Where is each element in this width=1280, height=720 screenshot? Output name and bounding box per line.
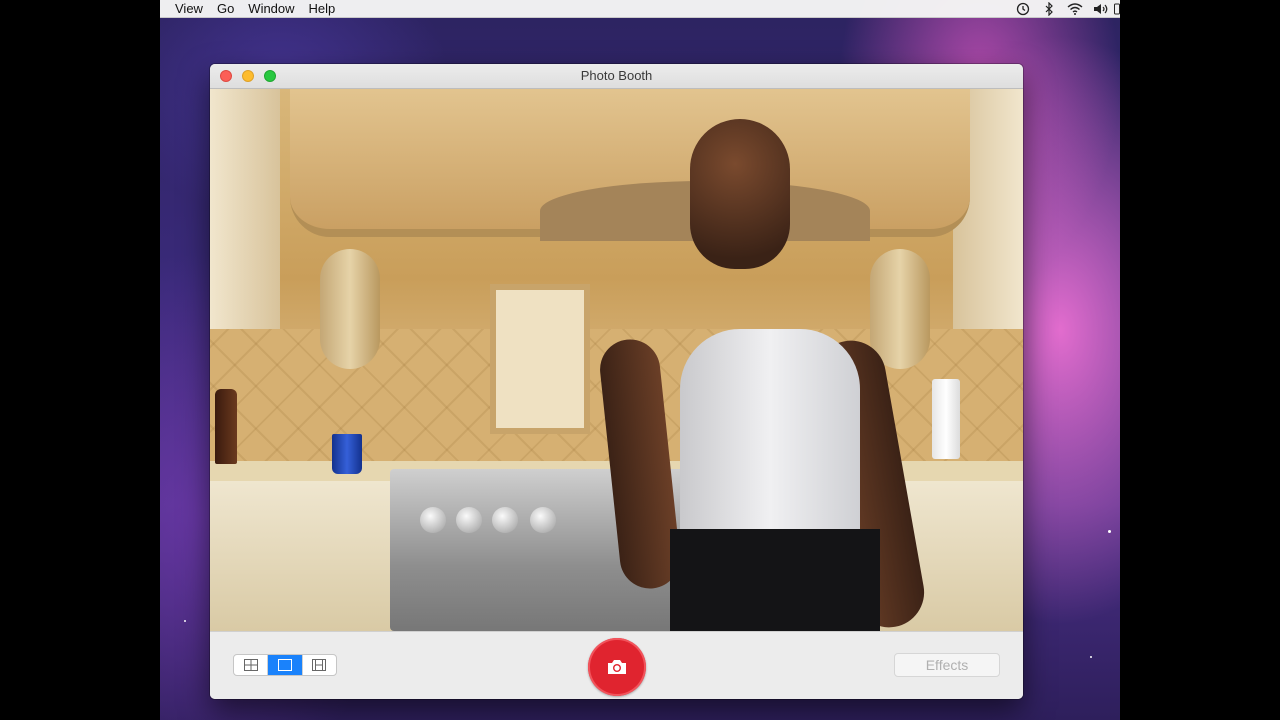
- person-shirt: [680, 329, 860, 559]
- menu-view[interactable]: View: [168, 0, 210, 17]
- menu-window[interactable]: Window: [241, 0, 301, 17]
- star: [184, 620, 186, 622]
- stove-knob: [492, 507, 518, 533]
- single-photo-view-button[interactable]: [268, 655, 303, 675]
- grid-four-view-button[interactable]: [234, 655, 269, 675]
- window-title: Photo Booth: [580, 68, 653, 83]
- view-mode-segmented-control: [233, 654, 337, 676]
- menu-bar: View Go Window Help: [160, 0, 1120, 18]
- photo-booth-window: Photo Booth Effects: [210, 64, 1023, 699]
- effects-button[interactable]: Effects: [894, 653, 1000, 677]
- menu-help[interactable]: Help: [302, 0, 343, 17]
- single-photo-icon: [277, 659, 292, 671]
- stove-knob: [420, 507, 446, 533]
- title-bar[interactable]: Photo Booth: [210, 64, 1023, 89]
- battery-icon[interactable]: [1114, 0, 1120, 17]
- grid-four-icon: [243, 659, 258, 671]
- desktop: View Go Window Help Photo Booth Effects: [160, 0, 1120, 720]
- filmstrip-view-button[interactable]: [303, 655, 336, 675]
- corbel-right: [870, 249, 930, 369]
- corbel-left: [320, 249, 380, 369]
- blue-cup: [332, 434, 362, 474]
- tile-panel: [490, 284, 590, 434]
- time-machine-icon[interactable]: [1010, 0, 1036, 17]
- range-hood: [290, 89, 970, 241]
- camera-preview: [210, 89, 1023, 631]
- wifi-icon[interactable]: [1062, 0, 1088, 17]
- person-head: [690, 119, 790, 269]
- bottom-toolbar: Effects: [210, 631, 1023, 699]
- stove-knob: [530, 507, 556, 533]
- take-photo-button[interactable]: [588, 638, 646, 696]
- bluetooth-icon[interactable]: [1036, 0, 1062, 17]
- menu-go[interactable]: Go: [210, 0, 241, 17]
- person: [597, 119, 930, 631]
- volume-icon[interactable]: [1088, 0, 1114, 17]
- cabinet-left: [210, 89, 280, 329]
- star: [1090, 656, 1092, 658]
- stove-knob: [456, 507, 482, 533]
- bottle: [215, 389, 237, 464]
- status-area: [1010, 0, 1120, 17]
- paper-towel: [932, 379, 960, 459]
- star: [1108, 530, 1111, 533]
- camera-icon: [608, 660, 626, 674]
- person-pants: [670, 529, 880, 631]
- filmstrip-icon: [312, 659, 327, 671]
